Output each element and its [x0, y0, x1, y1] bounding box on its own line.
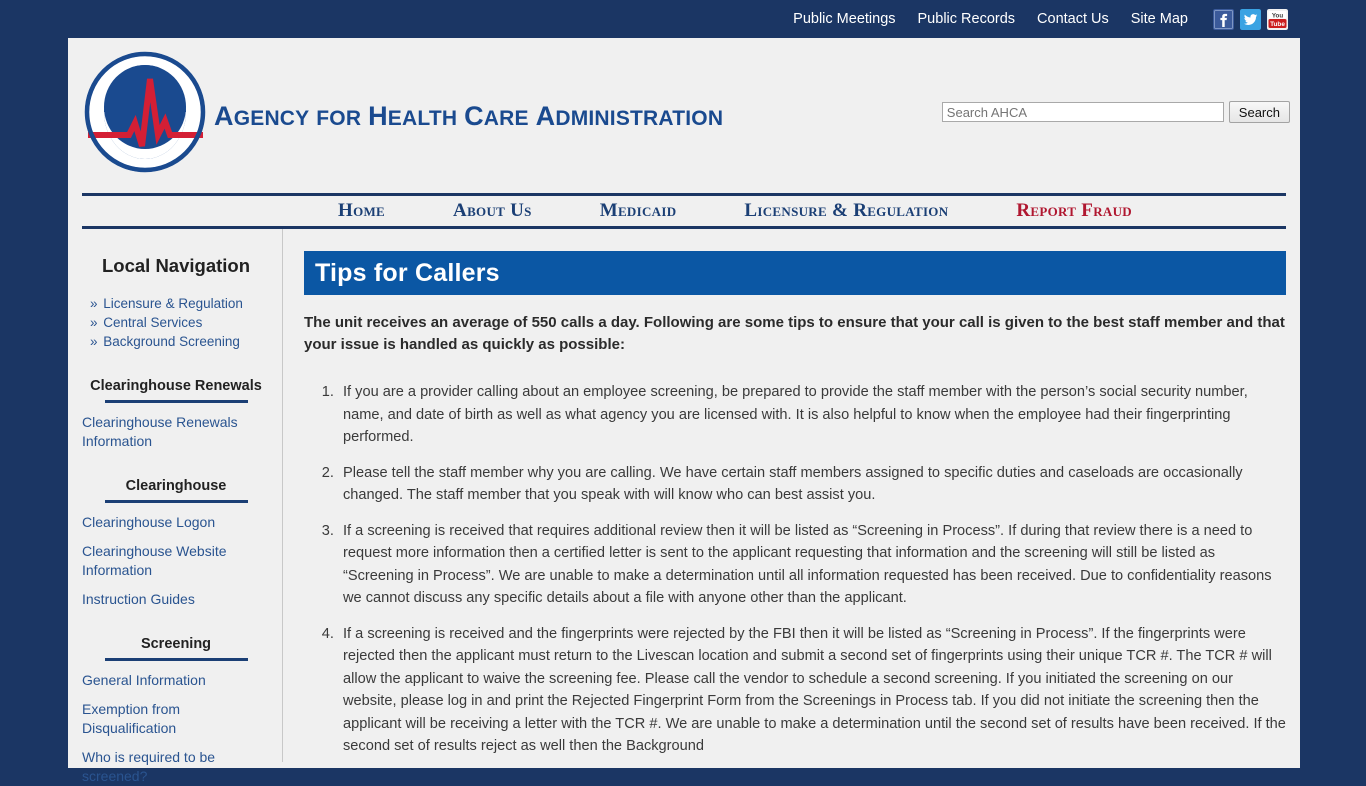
sidebar-section-links: Clearinghouse Logon Clearinghouse Websit…	[82, 513, 270, 609]
site-masthead: AGENCY FOR HEALTH CARE ADMINISTRATION Se…	[68, 38, 1300, 193]
main-nav-list: Home About Us Medicaid Licensure & Regul…	[82, 196, 1286, 226]
list-item: General Information	[82, 671, 270, 690]
list-item: » Licensure & Regulation	[90, 295, 270, 313]
list-item: Clearinghouse Renewals Information	[82, 413, 270, 451]
heartbeat-seal-icon	[84, 51, 206, 173]
list-item: Exemption from Disqualification	[82, 700, 270, 738]
list-item: » Background Screening	[90, 333, 270, 351]
tip-item-1: If you are a provider calling about an e…	[338, 381, 1286, 449]
sidebar-crumb-label: Background Screening	[103, 334, 240, 349]
list-item: Instruction Guides	[82, 590, 270, 609]
top-link-public-meetings[interactable]: Public Meetings	[782, 9, 906, 29]
page-title-banner: Tips for Callers	[304, 251, 1286, 295]
sidebar-crumb-label: Central Services	[103, 315, 203, 330]
page-body: Local Navigation » Licensure & Regulatio…	[68, 229, 1300, 784]
brand-char-c: C	[464, 101, 484, 131]
top-utility-bar: Public Meetings Public Records Contact U…	[0, 0, 1366, 38]
brand-word-for: FOR	[316, 107, 362, 130]
top-link-contact-us[interactable]: Contact Us	[1026, 9, 1120, 29]
list-item: Who is required to be screened?	[82, 748, 270, 786]
sidebar-breadcrumb-list: » Licensure & Regulation » Central Servi…	[90, 295, 270, 351]
social-links: You Tube	[1213, 8, 1288, 30]
sidebar-link-exemption-from-disqualification[interactable]: Exemption from Disqualification	[82, 700, 270, 738]
sidebar-section-heading: Screening	[140, 636, 212, 652]
sidebar-link-clearinghouse-logon[interactable]: Clearinghouse Logon	[82, 513, 270, 532]
top-link-site-map[interactable]: Site Map	[1120, 9, 1199, 29]
svg-text:Tube: Tube	[1270, 21, 1285, 28]
sidebar-link-instruction-guides[interactable]: Instruction Guides	[82, 590, 270, 609]
chevron-right-icon: »	[90, 334, 98, 349]
intro-paragraph: The unit receives an average of 550 call…	[304, 314, 1285, 353]
nav-medicaid[interactable]: Medicaid	[566, 200, 711, 222]
brand-char-a1: A	[214, 101, 234, 131]
agency-logo[interactable]	[82, 49, 208, 175]
chevron-right-icon: »	[90, 296, 98, 311]
tip-item-4: If a screening is received and the finge…	[338, 623, 1286, 758]
sidebar-crumb-central-services[interactable]: » Central Services	[90, 315, 202, 330]
tip-item-2: Please tell the staff member why you are…	[338, 462, 1286, 507]
sidebar-crumb-label: Licensure & Regulation	[103, 296, 243, 311]
divider	[104, 658, 248, 661]
list-item: Clearinghouse Logon	[82, 513, 270, 532]
twitter-icon[interactable]	[1240, 8, 1261, 30]
nav-licensure-regulation[interactable]: Licensure & Regulation	[710, 200, 982, 222]
chevron-right-icon: »	[90, 315, 98, 330]
youtube-icon[interactable]: You Tube	[1267, 8, 1288, 30]
sidebar-link-who-is-required-to-be-screened[interactable]: Who is required to be screened?	[82, 748, 270, 786]
brand-char-h: H	[368, 101, 388, 131]
divider	[104, 400, 248, 403]
brand-word-gency: GENCY	[233, 107, 310, 130]
sidebar-link-clearinghouse-renewals-information[interactable]: Clearinghouse Renewals Information	[82, 413, 270, 451]
sidebar-section-screening: Screening General Information Exemption …	[82, 635, 270, 786]
main-navigation: Home About Us Medicaid Licensure & Regul…	[82, 193, 1286, 229]
nav-report-fraud[interactable]: Report Fraud	[982, 200, 1166, 222]
sidebar-section-links: Clearinghouse Renewals Information	[82, 413, 270, 451]
brand-space-4	[529, 104, 536, 131]
sidebar-section-heading: Clearinghouse Renewals	[90, 378, 262, 394]
tips-list: If you are a provider calling about an e…	[304, 381, 1286, 758]
svg-text:You: You	[1272, 12, 1283, 19]
sidebar-crumb-licensure-regulation[interactable]: » Licensure & Regulation	[90, 296, 243, 311]
tip-item-3: If a screening is received that requires…	[338, 520, 1286, 610]
list-item: Clearinghouse Website Information	[82, 542, 270, 580]
nav-about-us[interactable]: About Us	[419, 200, 566, 222]
divider	[104, 500, 248, 503]
page-container: AGENCY FOR HEALTH CARE ADMINISTRATION Se…	[68, 38, 1300, 784]
sidebar-section-clearinghouse: Clearinghouse Clearinghouse Logon Cleari…	[82, 477, 270, 609]
brand-word-ealth: EALTH	[387, 107, 458, 130]
site-search: Search	[941, 101, 1290, 123]
sidebar-section-clearinghouse-renewals: Clearinghouse Renewals Clearinghouse Ren…	[82, 377, 270, 451]
brand-word-are: ARE	[483, 107, 529, 130]
brand-word-dministration: DMINISTRATION	[555, 107, 724, 130]
nav-home[interactable]: Home	[304, 200, 419, 222]
sidebar-crumb-background-screening[interactable]: » Background Screening	[90, 334, 240, 349]
top-links: Public Meetings Public Records Contact U…	[782, 9, 1199, 29]
facebook-icon[interactable]	[1213, 8, 1234, 30]
local-navigation-sidebar: Local Navigation » Licensure & Regulatio…	[82, 229, 283, 784]
agency-brand-title: AGENCY FOR HEALTH CARE ADMINISTRATION	[214, 101, 723, 132]
search-button[interactable]: Search	[1228, 101, 1290, 123]
sidebar-link-clearinghouse-website-information[interactable]: Clearinghouse Website Information	[82, 542, 270, 580]
sidebar-section-heading: Clearinghouse	[125, 478, 227, 494]
brand-char-a2: A	[535, 101, 556, 131]
search-input[interactable]	[941, 102, 1224, 122]
list-item: » Central Services	[90, 314, 270, 332]
sidebar-link-general-information[interactable]: General Information	[82, 671, 270, 690]
page-title: Tips for Callers	[315, 258, 500, 287]
sidebar-title: Local Navigation	[101, 255, 251, 276]
top-link-public-records[interactable]: Public Records	[907, 9, 1027, 29]
main-content: Tips for Callers The unit receives an av…	[283, 229, 1286, 762]
sidebar-section-links: General Information Exemption from Disqu…	[82, 671, 270, 786]
